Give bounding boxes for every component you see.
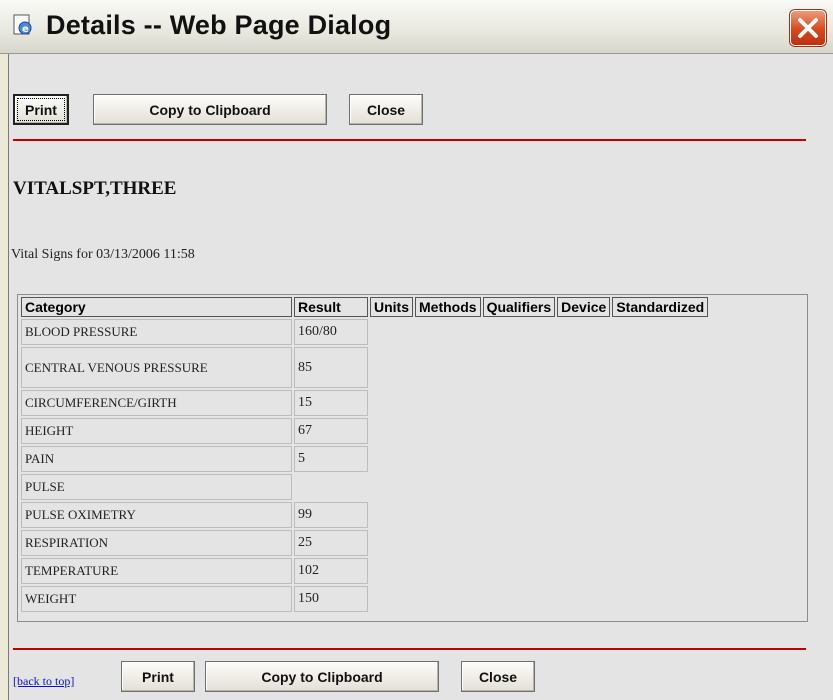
result-cell: 25 bbox=[294, 530, 368, 556]
result-cell: 5 bbox=[294, 446, 368, 472]
result-cell: 99 bbox=[294, 502, 368, 528]
result-cell: 150 bbox=[294, 586, 368, 612]
category-cell: PULSE bbox=[21, 474, 292, 500]
header-result: Result bbox=[294, 297, 368, 317]
vitals-table: Category Result Units Methods Qualifiers… bbox=[19, 295, 710, 614]
result-cell: 85 bbox=[294, 347, 368, 388]
print-button-bottom[interactable]: Print bbox=[121, 661, 195, 692]
header-qualifiers: Qualifiers bbox=[482, 297, 556, 317]
title-bar: e Details -- Web Page Dialog bbox=[0, 0, 833, 54]
close-button-bottom[interactable]: Close bbox=[461, 661, 535, 692]
window-title: Details -- Web Page Dialog bbox=[46, 10, 392, 40]
close-icon[interactable] bbox=[790, 10, 826, 46]
category-cell: TEMPERATURE bbox=[21, 558, 292, 584]
table-row: PAIN 5 bbox=[21, 446, 708, 472]
result-cell: 67 bbox=[294, 418, 368, 444]
table-row: PULSE bbox=[21, 474, 708, 500]
category-cell: CENTRAL VENOUS PRESSURE bbox=[21, 347, 292, 388]
result-cell bbox=[294, 474, 368, 500]
table-header-row: Category Result Units Methods Qualifiers… bbox=[21, 297, 709, 317]
divider-top bbox=[13, 139, 806, 141]
category-cell: PULSE OXIMETRY bbox=[21, 502, 292, 528]
result-cell: 15 bbox=[294, 390, 368, 416]
patient-name: VITALSPT,THREE bbox=[13, 178, 177, 199]
table-row: BLOOD PRESSURE 160/80 bbox=[21, 319, 708, 345]
ie-page-icon: e bbox=[13, 14, 32, 35]
table-row: TEMPERATURE 102 bbox=[21, 558, 708, 584]
table-row: CENTRAL VENOUS PRESSURE 85 bbox=[21, 347, 708, 388]
category-cell: CIRCUMFERENCE/GIRTH bbox=[21, 390, 292, 416]
header-methods: Methods bbox=[415, 297, 481, 317]
back-to-top-link[interactable]: [back to top] bbox=[13, 674, 74, 689]
dialog-content: Print Copy to Clipboard Close VITALSPT,T… bbox=[8, 54, 833, 700]
category-cell: PAIN bbox=[21, 446, 292, 472]
header-units: Units bbox=[370, 297, 413, 317]
result-cell: 160/80 bbox=[294, 319, 368, 345]
category-cell: BLOOD PRESSURE bbox=[21, 319, 292, 345]
copy-to-clipboard-button-top[interactable]: Copy to Clipboard bbox=[93, 94, 327, 125]
print-button-top[interactable]: Print bbox=[13, 94, 69, 125]
divider-bottom bbox=[13, 648, 806, 650]
table-row: WEIGHT 150 bbox=[21, 586, 708, 612]
table-row: RESPIRATION 25 bbox=[21, 530, 708, 556]
table-row: CIRCUMFERENCE/GIRTH 15 bbox=[21, 390, 708, 416]
header-device: Device bbox=[557, 297, 611, 317]
category-cell: WEIGHT bbox=[21, 586, 292, 612]
close-button-top[interactable]: Close bbox=[349, 94, 423, 125]
header-standardized: Standardized bbox=[612, 297, 709, 317]
table-row: HEIGHT 67 bbox=[21, 418, 708, 444]
header-category: Category bbox=[21, 297, 292, 317]
result-cell: 102 bbox=[294, 558, 368, 584]
category-cell: HEIGHT bbox=[21, 418, 292, 444]
table-row: PULSE OXIMETRY 99 bbox=[21, 502, 708, 528]
copy-to-clipboard-button-bottom[interactable]: Copy to Clipboard bbox=[205, 661, 439, 692]
vitals-table-container: Category Result Units Methods Qualifiers… bbox=[17, 294, 808, 622]
svg-text:e: e bbox=[22, 24, 29, 35]
vitals-caption: Vital Signs for 03/13/2006 11:58 bbox=[11, 247, 195, 262]
category-cell: RESPIRATION bbox=[21, 530, 292, 556]
